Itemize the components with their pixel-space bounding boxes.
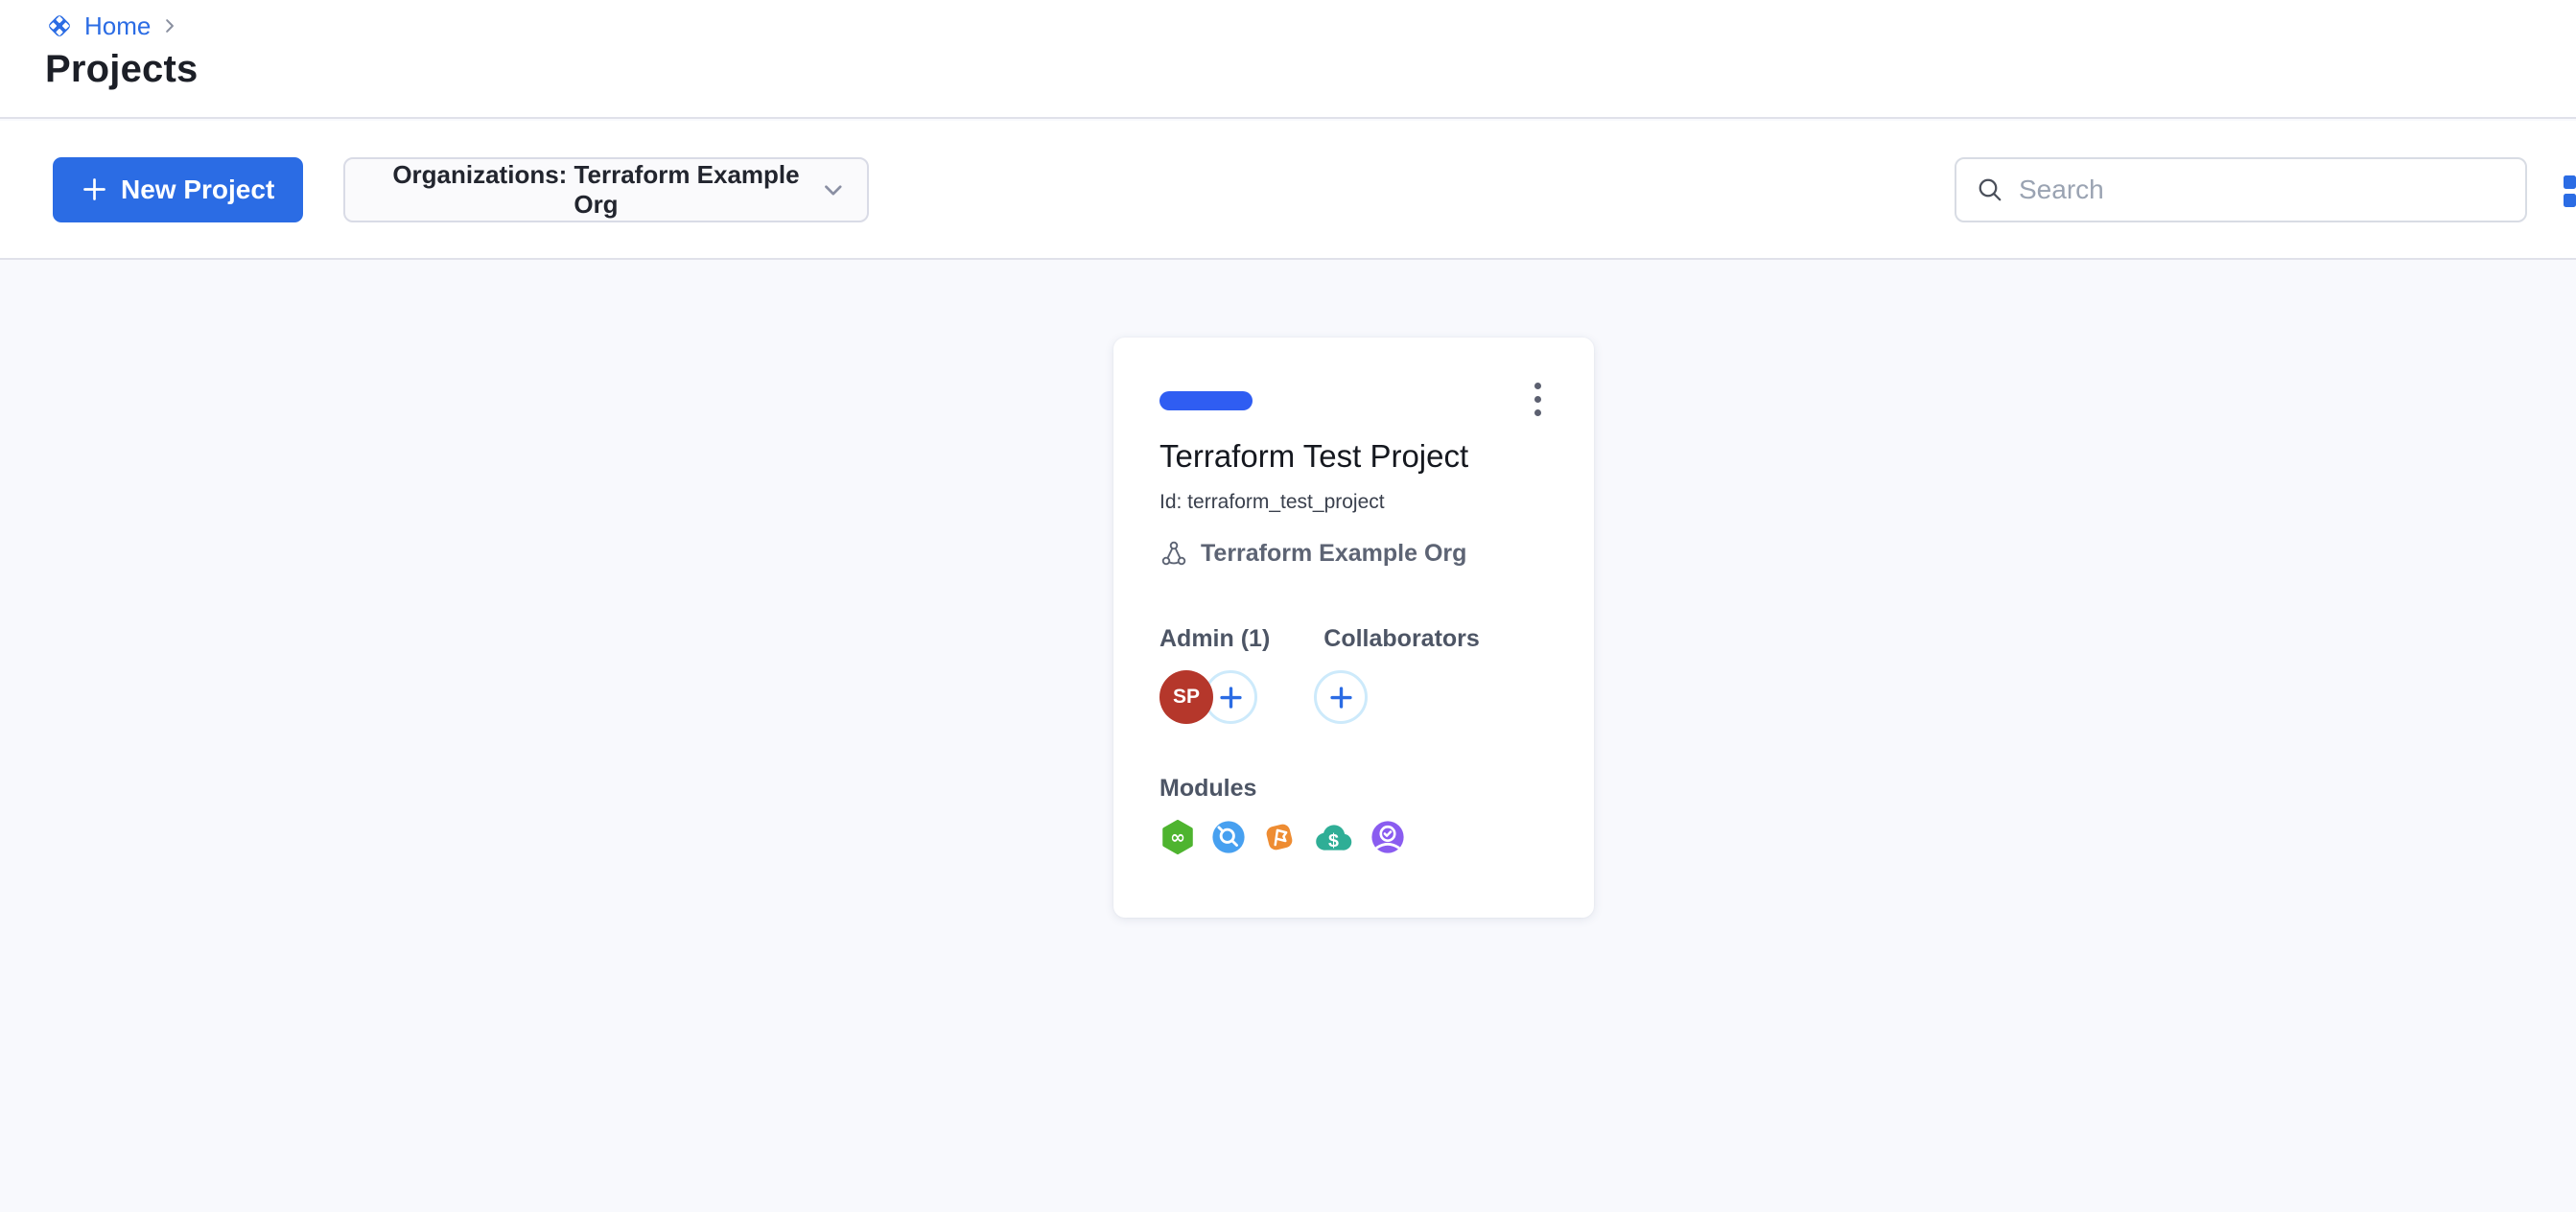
people-section: Admin (1) SP Collaborators [1159, 625, 1548, 724]
collaborators-label: Collaborators [1323, 625, 1480, 653]
page-title: Projects [45, 48, 2576, 91]
project-organization: Terraform Example Org [1159, 539, 1548, 568]
breadcrumb-home-link[interactable]: Home [84, 12, 151, 41]
svg-text:∞: ∞ [1170, 827, 1185, 849]
search-input[interactable] [2019, 175, 2506, 205]
project-title: Terraform Test Project [1159, 438, 1548, 475]
projects-logo-icon [45, 12, 74, 40]
project-menu-button[interactable] [1515, 374, 1559, 424]
project-card[interactable]: Terraform Test Project Id: terraform_tes… [1113, 338, 1594, 918]
plus-icon [1218, 685, 1244, 711]
project-id: Id: terraform_test_project [1159, 491, 1548, 514]
svg-text:$: $ [1328, 830, 1339, 851]
modules-label: Modules [1159, 775, 1548, 803]
organizations-filter-dropdown[interactable]: Organizations: Terraform Example Org [343, 157, 869, 222]
module-continuous-integration-icon[interactable]: ∞ [1159, 819, 1196, 855]
module-service-reliability-icon[interactable] [1210, 819, 1247, 855]
plus-icon [1328, 685, 1354, 711]
add-collaborator-button[interactable] [1314, 670, 1368, 724]
collaborators-column: Collaborators [1323, 625, 1480, 724]
admin-avatar-stack: SP [1159, 670, 1270, 724]
module-cloud-cost-management-icon[interactable]: $ [1312, 819, 1355, 855]
chevron-down-icon [822, 178, 845, 201]
project-org-name: Terraform Example Org [1201, 540, 1466, 568]
new-project-button[interactable]: New Project [53, 157, 303, 222]
organizations-filter-value: Organizations: Terraform Example Org [370, 160, 821, 220]
module-feature-flags-icon[interactable] [1261, 819, 1298, 855]
plus-icon [82, 176, 107, 202]
search-box[interactable] [1955, 157, 2527, 222]
admin-avatar[interactable]: SP [1159, 670, 1213, 724]
admin-column: Admin (1) SP [1159, 625, 1270, 724]
breadcrumb: Home [45, 0, 2576, 40]
page-header: Home Projects [0, 0, 2576, 119]
module-security-tests-icon[interactable] [1370, 819, 1406, 855]
collaborators-stack [1323, 670, 1480, 724]
toolbar: New Project Organizations: Terraform Exa… [0, 121, 2576, 260]
grid-view-icon[interactable] [2564, 175, 2576, 208]
new-project-label: New Project [121, 175, 274, 205]
project-color-bar [1159, 391, 1253, 410]
organization-icon [1159, 539, 1188, 568]
search-icon [1976, 175, 2004, 204]
chevron-right-icon [161, 17, 178, 35]
projects-grid: Terraform Test Project Id: terraform_tes… [0, 262, 2576, 1212]
modules-row: ∞ $ [1159, 819, 1548, 855]
admin-label: Admin (1) [1159, 625, 1270, 653]
